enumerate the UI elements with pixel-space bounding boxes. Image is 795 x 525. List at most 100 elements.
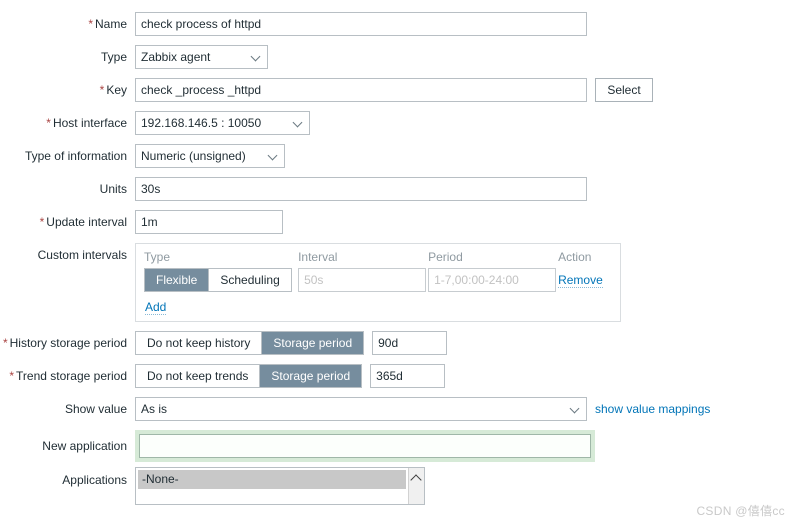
show-value-mappings-link[interactable]: show value mappings bbox=[595, 397, 710, 416]
show-value-selected: As is bbox=[141, 402, 168, 416]
interval-type-option-scheduling[interactable]: Scheduling bbox=[208, 269, 291, 291]
form-row-update-interval: * Update interval bbox=[0, 210, 795, 234]
trend-option-do-not-keep[interactable]: Do not keep trends bbox=[136, 365, 260, 387]
label-host-interface-text: Host interface bbox=[52, 116, 127, 130]
name-input[interactable] bbox=[135, 12, 587, 36]
label-key-text: Key bbox=[106, 83, 127, 97]
period-input[interactable] bbox=[428, 268, 557, 292]
form-row-show-value: Show value As is show value mappings bbox=[0, 397, 795, 421]
label-applications: Applications bbox=[0, 467, 135, 488]
field-update-interval bbox=[135, 210, 283, 234]
applications-scrollbar[interactable] bbox=[408, 468, 424, 504]
label-name: * Name bbox=[0, 12, 135, 32]
form-row-type: Type Zabbix agent bbox=[0, 45, 795, 69]
form-row-type-of-information: Type of information Numeric (unsigned) bbox=[0, 144, 795, 168]
label-units: Units bbox=[0, 177, 135, 197]
type-select[interactable]: Zabbix agent bbox=[135, 45, 268, 69]
custom-intervals-header: Type Interval Period Action bbox=[144, 250, 612, 264]
trend-storage-period-toggle[interactable]: Do not keep trends Storage period bbox=[135, 364, 363, 388]
item-configuration-form: *Name Type Zabbix agent *Key Select *Hos… bbox=[0, 0, 795, 525]
label-update-interval-text: Update interval bbox=[46, 215, 127, 229]
label-new-application-text: New application bbox=[42, 439, 127, 453]
host-interface-select[interactable]: 192.168.146.5 : 10050 bbox=[135, 111, 310, 135]
new-application-highlight bbox=[135, 430, 595, 462]
type-of-information-select[interactable]: Numeric (unsigned) bbox=[135, 144, 285, 168]
form-row-custom-intervals: Custom intervals Type Interval Period Ac… bbox=[0, 243, 795, 322]
select-key-button[interactable]: Select bbox=[595, 78, 653, 102]
label-type-of-information-text: Type of information bbox=[24, 149, 127, 163]
label-applications-text: Applications bbox=[62, 473, 127, 487]
field-trend-storage-period: Do not keep trends Storage period bbox=[135, 364, 446, 388]
label-show-value: Show value bbox=[0, 397, 135, 417]
key-input[interactable] bbox=[135, 78, 587, 102]
history-option-do-not-keep[interactable]: Do not keep history bbox=[136, 332, 262, 354]
form-row-key: *Key Select bbox=[0, 78, 795, 102]
trend-option-storage-period[interactable]: Storage period bbox=[259, 365, 362, 387]
label-trend-storage-period-text: Trend storage period bbox=[16, 369, 127, 383]
field-host-interface: 192.168.146.5 : 10050 bbox=[135, 111, 310, 135]
required-asterisk-key: * bbox=[99, 83, 105, 97]
custom-intervals-table: Type Interval Period Action Flexible Sch… bbox=[135, 243, 621, 322]
label-name-text: Name bbox=[94, 17, 127, 31]
required-asterisk-name: * bbox=[88, 17, 93, 31]
custom-intervals-add-row: Add bbox=[144, 300, 612, 315]
label-custom-intervals-text: Custom intervals bbox=[37, 248, 127, 262]
form-row-trend-storage-period: * Trend storage period Do not keep trends… bbox=[0, 364, 795, 388]
label-history-storage-period-text: History storage period bbox=[9, 336, 127, 350]
form-row-applications: Applications -None- bbox=[0, 467, 795, 505]
form-row-new-application: New application bbox=[0, 430, 795, 462]
history-option-storage-period[interactable]: Storage period bbox=[261, 332, 364, 354]
form-row-name: * Name bbox=[0, 12, 795, 36]
label-units-text: Units bbox=[99, 182, 127, 196]
label-history-storage-period: * History storage period bbox=[0, 331, 135, 351]
field-name bbox=[135, 12, 587, 36]
label-type-of-information: Type of information bbox=[0, 144, 135, 164]
show-value-select[interactable]: As is bbox=[135, 397, 587, 421]
chevron-down-icon bbox=[294, 121, 302, 126]
field-history-storage-period: Do not keep history Storage period bbox=[135, 331, 448, 355]
form-row-history-storage-period: * History storage period Do not keep hist… bbox=[0, 331, 795, 355]
interval-action-cell: Remove bbox=[558, 273, 612, 288]
required-asterisk-trend-storage-period: * bbox=[9, 369, 15, 383]
column-header-action: Action bbox=[558, 250, 592, 264]
column-header-period: Period bbox=[428, 250, 463, 264]
label-update-interval: * Update interval bbox=[0, 210, 135, 230]
field-applications: -None- bbox=[135, 467, 425, 505]
column-header-type: Type bbox=[144, 250, 171, 264]
interval-value-cell bbox=[298, 268, 428, 292]
remove-interval-link[interactable]: Remove bbox=[558, 273, 603, 288]
field-new-application bbox=[135, 430, 595, 462]
interval-type-option-flexible[interactable]: Flexible bbox=[145, 269, 209, 291]
applications-listbox[interactable]: -None- bbox=[135, 467, 425, 505]
history-storage-period-toggle[interactable]: Do not keep history Storage period bbox=[135, 331, 365, 355]
chevron-up-icon[interactable] bbox=[412, 474, 420, 482]
applications-option-none[interactable]: -None- bbox=[138, 470, 406, 489]
label-key: * Key bbox=[0, 78, 135, 98]
label-show-value-text: Show value bbox=[64, 402, 127, 416]
chevron-down-icon bbox=[252, 55, 260, 60]
required-asterisk-update-interval: * bbox=[39, 215, 45, 229]
new-application-input[interactable] bbox=[139, 434, 591, 458]
label-trend-storage-period: * Trend storage period bbox=[0, 364, 135, 384]
field-custom-intervals: Type Interval Period Action Flexible Sch… bbox=[135, 243, 621, 322]
field-type-of-information: Numeric (unsigned) bbox=[135, 144, 285, 168]
field-key: Select bbox=[135, 78, 653, 102]
history-storage-period-input[interactable] bbox=[372, 331, 448, 355]
custom-intervals-row: Flexible Scheduling Remove bbox=[144, 268, 612, 292]
label-custom-intervals: Custom intervals bbox=[0, 243, 135, 263]
update-interval-input[interactable] bbox=[135, 210, 283, 234]
form-row-host-interface: * Host interface 192.168.146.5 : 10050 bbox=[0, 111, 795, 135]
interval-type-toggle[interactable]: Flexible Scheduling bbox=[144, 268, 292, 292]
units-input[interactable] bbox=[135, 177, 587, 201]
add-interval-link[interactable]: Add bbox=[145, 300, 167, 315]
trend-storage-period-input[interactable] bbox=[370, 364, 446, 388]
interval-input[interactable] bbox=[298, 268, 427, 292]
field-units bbox=[135, 177, 587, 201]
label-host-interface: * Host interface bbox=[0, 111, 135, 131]
host-interface-value: 192.168.146.5 : 10050 bbox=[141, 116, 262, 130]
required-asterisk-host-interface: * bbox=[46, 116, 51, 130]
label-type-text: Type bbox=[100, 50, 127, 64]
watermark: CSDN @僖僖cc bbox=[696, 504, 785, 518]
type-select-value: Zabbix agent bbox=[141, 50, 211, 64]
column-header-interval: Interval bbox=[298, 250, 338, 264]
